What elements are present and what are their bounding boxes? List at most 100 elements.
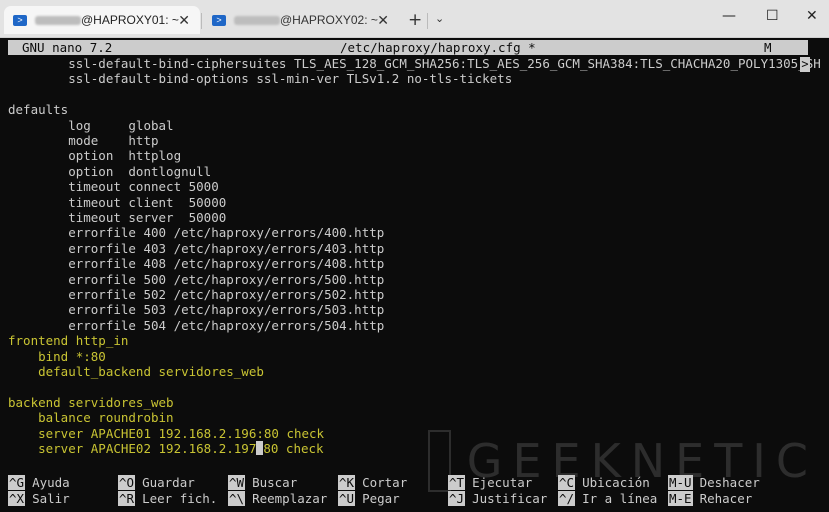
editor-line-text: errorfile 408 /etc/haproxy/errors/408.ht… [8,256,385,272]
editor-line: option dontlognull [8,164,211,179]
modified-indicator: M [764,40,772,55]
shortcut-item[interactable]: ^X Salir [8,490,70,506]
shortcut-item[interactable]: ^O Guardar [118,475,195,490]
editor-line: default_backend servidores_web [8,364,264,379]
new-tab-button[interactable]: + [408,10,422,30]
shortcut-label: Rehacer [699,490,753,506]
shortcut-item[interactable]: ^/ Ir a línea [558,490,658,506]
editor-line: ssl-default-bind-ciphersuites TLS_AES_12… [8,56,821,71]
watermark-logo-mark [428,430,451,492]
shortcut-label: Cortar [362,475,408,490]
editor-line-text: errorfile 500 /etc/haproxy/errors/500.ht… [8,271,385,287]
redacted-username [234,15,280,25]
editor-line: mode http [8,133,159,148]
editor-line-text: log global [8,117,174,133]
editor-line-text: mode http [8,133,159,148]
editor-line: ssl-default-bind-options ssl-min-ver TLS… [8,71,512,86]
editor-line-text: errorfile 504 /etc/haproxy/errors/504.ht… [8,317,385,333]
terminal-icon: > [13,14,27,26]
editor-line-text: timeout server 50000 [8,210,227,225]
toolbar-divider [427,13,428,29]
editor-line: log global [8,117,174,133]
tab-close-icon[interactable]: ✕ [377,12,389,29]
editor-line-text: option httplog [8,148,182,164]
shortcut-key: ^W [228,475,246,490]
tab-divider [201,13,202,29]
editor-line: option httplog [8,148,181,163]
shortcut-item[interactable]: ^K Cortar [338,475,407,490]
editor-line-text: errorfile 503 /etc/haproxy/errors/503.ht… [8,302,385,318]
editor-line: server APACHE02 192.168.2.197 80 check [8,441,324,456]
shortcut-label: Leer fich. [142,490,218,506]
editor-line-text: backend servidores_web [8,394,174,410]
editor-line-text-after-cursor: 80 check [263,441,324,456]
nano-filename: /etc/haproxy/haproxy.cfg * [340,40,536,55]
shortcut-key: ^/ [558,490,576,506]
editor-line: timeout client 50000 [8,195,226,210]
shortcut-item[interactable]: M-E Rehacer [668,490,753,506]
shortcut-label: Reemplazar [252,490,328,506]
editor-line-text: server APACHE02 192.168.2.197 [8,441,257,456]
editor-line: balance roundrobin [8,410,174,426]
editor-line: backend servidores_web [8,395,174,410]
editor-line: errorfile 500 /etc/haproxy/errors/500.ht… [8,272,384,287]
tab-close-icon[interactable]: ✕ [178,12,190,29]
editor-line: server APACHE01 192.168.2.196:80 check [8,426,324,441]
editor-line-text: balance roundrobin [8,410,174,426]
tab-title: @HAPROXY01: ~ [81,13,179,27]
tab-haproxy01[interactable]: > @HAPROXY01: ~ ✕ [4,6,200,34]
chevron-down-icon[interactable]: ⌄ [435,12,444,25]
redacted-username [35,15,81,25]
minimize-button[interactable]: — [722,8,736,24]
shortcut-label: Salir [32,490,70,506]
shortcut-item[interactable]: ^U Pegar [338,490,400,506]
editor-line-text: errorfile 502 /etc/haproxy/errors/502.ht… [8,287,385,302]
shortcut-label: Guardar [142,475,195,490]
shortcut-key: M-E [668,490,693,506]
shortcut-item[interactable]: ^J Justificar [448,490,548,506]
shortcut-item[interactable]: ^G Ayuda [8,475,70,490]
shortcut-key: ^J [448,490,466,506]
editor-line: errorfile 408 /etc/haproxy/errors/408.ht… [8,256,384,271]
editor-line-text: option dontlognull [8,163,212,179]
editor-line: errorfile 502 /etc/haproxy/errors/502.ht… [8,287,384,302]
editor-line: timeout server 50000 [8,210,226,225]
editor-line-text: errorfile 400 /etc/haproxy/errors/400.ht… [8,225,385,241]
shortcut-label: Buscar [252,475,298,490]
shortcut-key: ^X [8,490,26,506]
editor-line: timeout connect 5000 [8,179,219,194]
shortcut-label: Justificar [472,490,548,506]
editor-line-text: ssl-default-bind-ciphersuites TLS_AES_12… [8,56,821,71]
editor-line: errorfile 504 /etc/haproxy/errors/504.ht… [8,318,384,333]
terminal-icon: > [212,14,226,26]
editor-line-text: errorfile 403 /etc/haproxy/errors/403.ht… [8,240,385,256]
editor-line-text: timeout connect 5000 [8,179,219,195]
shortcut-item[interactable]: ^R Leer fich. [118,490,218,506]
shortcut-label: Ir a línea [582,490,658,506]
editor-line: frontend http_in [8,333,128,348]
nano-version: GNU nano 7.2 [22,40,113,55]
shortcut-key: ^G [8,475,26,490]
editor-line-text: frontend http_in [8,333,129,349]
shortcut-item[interactable]: ^W Buscar [228,475,297,490]
shortcut-label: Ayuda [32,475,70,490]
editor-line: defaults [8,102,68,117]
editor-line-text: bind *:80 [8,348,106,364]
tab-haproxy02[interactable]: > @HAPROXY02: ~ ✕ [203,6,399,34]
shortcut-key: ^O [118,475,136,490]
editor-line: errorfile 403 /etc/haproxy/errors/403.ht… [8,241,384,256]
shortcut-key: ^U [338,490,356,506]
window-titlebar: > @HAPROXY01: ~ ✕ > @HAPROXY02: ~ ✕ + ⌄ … [0,0,829,38]
maximize-button[interactable]: ☐ [766,8,779,24]
close-window-button[interactable]: ✕ [806,8,818,24]
shortcut-key: ^\ [228,490,246,506]
nano-title-bar: GNU nano 7.2 /etc/haproxy/haproxy.cfg * … [8,40,808,55]
editor-line: bind *:80 [8,349,106,364]
tab-title: @HAPROXY02: ~ [280,13,378,27]
editor-line-text: defaults [8,102,69,118]
shortcut-item[interactable]: ^\ Reemplazar [228,490,328,506]
shortcut-key: ^K [338,475,356,490]
editor-line-text: default_backend servidores_web [8,364,264,379]
editor-line: errorfile 503 /etc/haproxy/errors/503.ht… [8,302,384,317]
editor-line-text: server APACHE01 192.168.2.196:80 check [8,425,325,441]
